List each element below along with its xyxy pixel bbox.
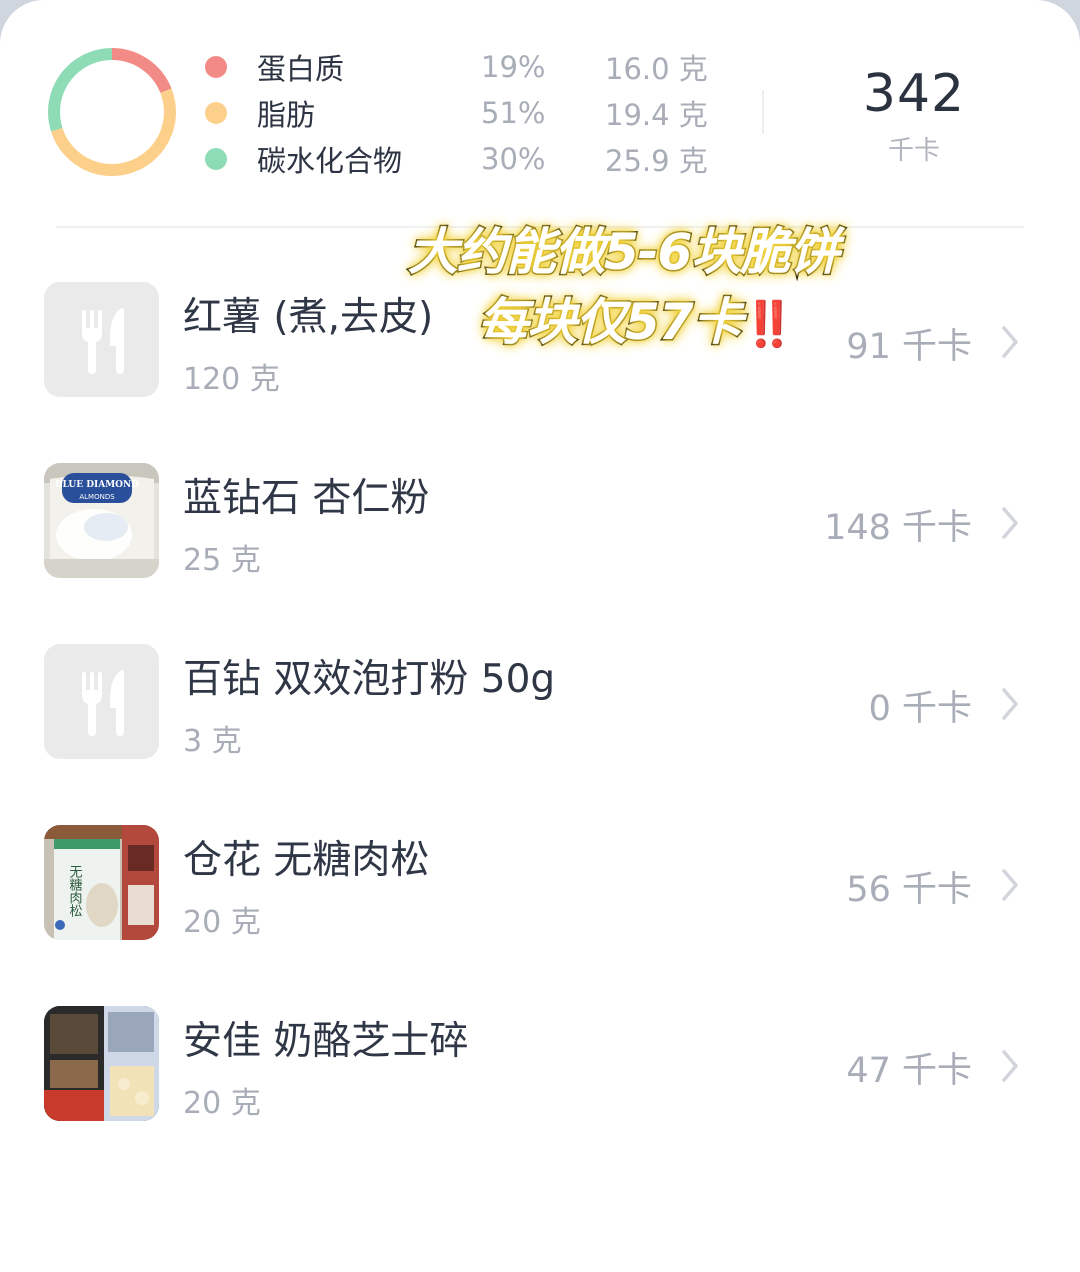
food-kcal: 91 千卡 [846, 327, 972, 367]
food-weight: 20 克 [183, 1086, 261, 1121]
fork-knife-icon [82, 308, 124, 374]
food-item-almond-flour[interactable]: BLUE DIAMOND ALMONDS 蓝钻石 杏仁粉 25 克 148 千卡 [0, 463, 1080, 643]
food-weight: 25 克 [183, 543, 261, 578]
food-thumbnail [44, 282, 159, 397]
macro-grams: 16.0 克 [605, 52, 708, 86]
carbs-dot [205, 148, 227, 170]
chevron-right-icon [1002, 688, 1018, 720]
total-kcal: 342 [862, 64, 966, 124]
double-exclamation-icon: ‼️ [741, 299, 797, 350]
macro-donut-chart [48, 48, 176, 176]
food-name: 仓花 无糖肉松 [183, 838, 430, 883]
food-weight: 20 克 [183, 905, 261, 940]
food-thumbnail [44, 644, 159, 759]
macro-percent: 51% [481, 96, 546, 130]
nutrition-card: 蛋白质 19% 16.0 克 脂肪 51% 19.4 克 碳水化合物 30% 2… [0, 0, 1080, 1272]
almond-brand-text: BLUE DIAMOND [55, 480, 139, 490]
food-weight: 120 克 [183, 362, 280, 397]
food-item-cheese[interactable]: 安佳 奶酪芝士碎 20 克 47 千卡 [0, 1006, 1080, 1186]
food-kcal: 0 千卡 [868, 689, 972, 729]
macro-name: 脂肪 [257, 98, 316, 132]
macro-row-fat: 脂肪 51% 19.4 克 [205, 90, 708, 136]
cheese-photo [44, 1006, 159, 1121]
macro-name: 碳水化合物 [257, 144, 403, 178]
macro-percent: 19% [481, 50, 546, 84]
summary-divider [762, 90, 764, 134]
macro-row-protein: 蛋白质 19% 16.0 克 [205, 44, 708, 90]
macro-percent: 30% [481, 142, 546, 176]
meat-floss-photo: 无糖肉松 [44, 825, 159, 940]
fat-dot [205, 102, 227, 124]
chevron-right-icon [1002, 869, 1018, 901]
fork-knife-icon [82, 670, 124, 736]
macro-name: 蛋白质 [257, 52, 345, 86]
macro-grams: 19.4 克 [605, 98, 708, 132]
chevron-right-icon [1002, 507, 1018, 539]
floss-label-text: 无糖肉松 [67, 865, 83, 917]
chevron-right-icon [1002, 1050, 1018, 1082]
chevron-right-icon [1002, 326, 1018, 358]
food-thumbnail: BLUE DIAMOND ALMONDS [44, 463, 159, 578]
overlay-text-line2-label: 每块仅57卡 [477, 292, 745, 353]
macro-row-carbs: 碳水化合物 30% 25.9 克 [205, 136, 708, 182]
overlay-text-line1: 大约能做5-6块脆饼 [406, 222, 840, 283]
macro-grams: 25.9 克 [605, 144, 708, 178]
food-weight: 3 克 [183, 724, 242, 759]
almond-flour-photo: BLUE DIAMOND ALMONDS [44, 463, 159, 578]
food-name: 红薯 (煮,去皮) [183, 295, 434, 340]
food-item-baking-powder[interactable]: 百钻 双效泡打粉 50g 3 克 0 千卡 [0, 644, 1080, 824]
food-name: 安佳 奶酪芝士碎 [183, 1019, 469, 1064]
food-name: 蓝钻石 杏仁粉 [183, 476, 430, 521]
food-kcal: 47 千卡 [846, 1051, 972, 1091]
protein-dot [205, 56, 227, 78]
almond-sub-text: ALMONDS [79, 493, 115, 501]
total-kcal-unit: 千卡 [887, 136, 940, 166]
food-item-meat-floss[interactable]: 无糖肉松 仓花 无糖肉松 20 克 56 千卡 [0, 825, 1080, 1005]
food-thumbnail [44, 1006, 159, 1121]
food-kcal: 148 千卡 [824, 508, 972, 548]
food-thumbnail: 无糖肉松 [44, 825, 159, 940]
food-name: 百钻 双效泡打粉 50g [183, 657, 556, 702]
food-kcal: 56 千卡 [846, 870, 972, 910]
overlay-text-line2: 每块仅57卡‼️ [477, 282, 797, 354]
